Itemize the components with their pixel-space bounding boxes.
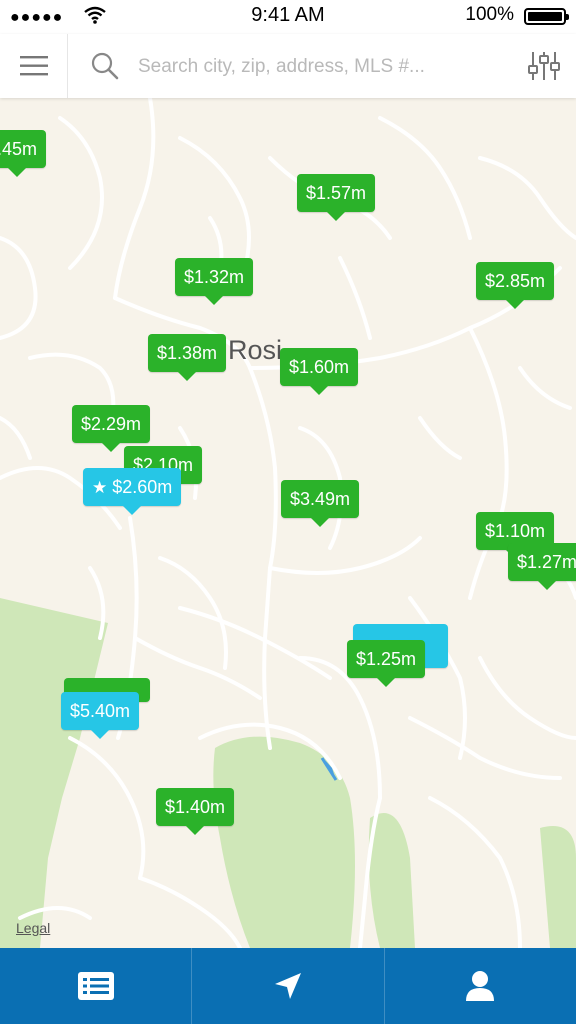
filter-button[interactable]	[524, 44, 564, 88]
price-pin[interactable]: .45m	[0, 130, 47, 177]
pin-price: $1.40m	[165, 797, 226, 817]
pin-price: $1.57m	[306, 183, 367, 203]
tab-list[interactable]	[0, 948, 193, 1024]
search-input[interactable]	[136, 50, 500, 84]
pin-price: $3.49m	[290, 489, 351, 509]
pin-price: $2.60m	[112, 477, 173, 497]
filter-sliders-icon	[528, 52, 560, 80]
pin-price: $1.60m	[289, 357, 350, 377]
price-pin[interactable]: $1.40m	[156, 788, 235, 835]
pin-price: $1.25m	[356, 649, 417, 669]
place-label: Rosi	[228, 335, 283, 365]
legal-link[interactable]: Legal	[16, 920, 50, 936]
hamburger-menu-icon	[20, 56, 48, 76]
pin-price: $2.85m	[485, 271, 546, 291]
location-arrow-icon	[274, 973, 301, 999]
battery-percent: 100%	[465, 4, 514, 25]
pin-price: $5.40m	[70, 701, 131, 721]
price-pin[interactable]: $3.49m	[281, 480, 360, 527]
price-pin[interactable]: $1.27m	[508, 543, 576, 590]
price-pin[interactable]: $2.85m	[476, 262, 555, 309]
user-icon	[466, 971, 495, 1001]
list-icon	[77, 972, 114, 1000]
favorite-price-pin[interactable]: ★ $2.60m	[83, 468, 182, 515]
price-pin[interactable]: $2.29m	[72, 405, 151, 452]
pin-price: $1.27m	[517, 552, 576, 572]
price-pin[interactable]: $1.32m	[175, 258, 254, 305]
pin-price: $2.29m	[81, 414, 142, 434]
battery-icon	[524, 8, 569, 25]
pin-price: $1.38m	[157, 343, 218, 363]
tab-bar	[0, 948, 576, 1024]
price-pin[interactable]: $5.40m	[61, 692, 140, 739]
status-bar: ●●●●● 9:41 AM 100%	[0, 0, 576, 34]
map-view[interactable]: Rosi .45m $1.57m $1.32m $2.85m $1.38m $1…	[0, 98, 576, 948]
menu-button[interactable]	[0, 34, 68, 98]
search-icon	[91, 52, 119, 80]
tab-nearby[interactable]	[192, 948, 385, 1024]
price-pin[interactable]: $1.25m	[347, 640, 426, 687]
star-icon: ★	[92, 478, 108, 497]
pin-price: $1.32m	[184, 267, 245, 287]
tab-account[interactable]	[385, 948, 576, 1024]
pin-price: $1.10m	[485, 521, 546, 541]
price-pin[interactable]: $1.38m	[148, 334, 227, 381]
search-field[interactable]	[84, 44, 504, 88]
pin-price: .45m	[0, 139, 38, 159]
search-bar	[0, 34, 576, 98]
price-pin[interactable]: $1.57m	[297, 174, 376, 221]
price-pin[interactable]: $1.60m	[280, 348, 359, 395]
